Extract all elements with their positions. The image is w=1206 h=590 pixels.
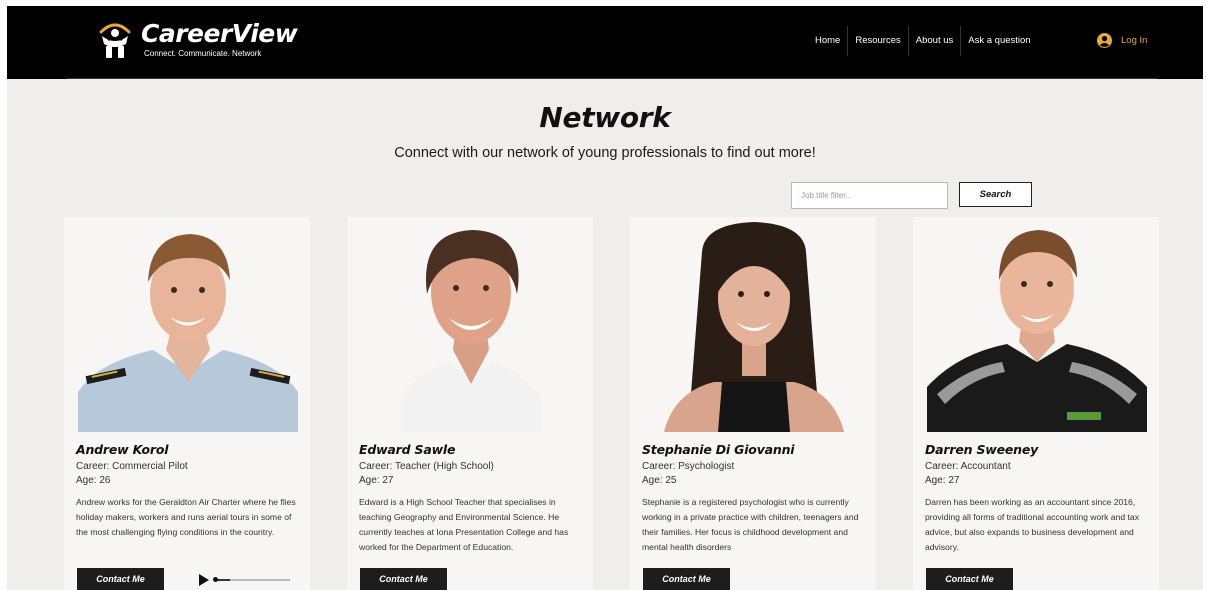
profile-card: Andrew Korol Career: Commercial Pilot Ag… bbox=[64, 217, 310, 590]
play-icon[interactable] bbox=[199, 574, 209, 586]
brand-name: CareerView bbox=[141, 19, 298, 48]
audio-progress-bar[interactable] bbox=[213, 577, 290, 582]
search-button[interactable]: Search bbox=[959, 182, 1032, 207]
page-subtitle: Connect with our network of young profes… bbox=[394, 145, 816, 161]
page-title: Network bbox=[539, 101, 671, 134]
profile-card: Stephanie Di Giovanni Career: Psychologi… bbox=[630, 217, 876, 590]
profile-age: Age: 25 bbox=[642, 475, 677, 486]
profile-career: Career: Accountant bbox=[925, 461, 1011, 472]
logo-icon bbox=[99, 23, 131, 58]
profile-age: Age: 27 bbox=[925, 475, 960, 486]
contact-me-button[interactable]: Contact Me bbox=[643, 568, 730, 590]
audio-progress-handle[interactable] bbox=[213, 577, 218, 582]
nav-resources[interactable]: Resources bbox=[848, 26, 909, 56]
nav-about-us[interactable]: About us bbox=[909, 26, 962, 56]
main-nav: Home Resources About us Ask a question bbox=[808, 26, 1038, 56]
profile-name: Edward Sawle bbox=[359, 442, 456, 457]
profile-name: Andrew Korol bbox=[76, 442, 169, 457]
profile-age: Age: 27 bbox=[359, 475, 394, 486]
profile-name: Darren Sweeney bbox=[925, 442, 1039, 457]
logo[interactable]: CareerView Connect. Communicate. Network bbox=[97, 19, 298, 60]
profile-photo bbox=[644, 222, 864, 432]
profile-name: Stephanie Di Giovanni bbox=[642, 442, 795, 457]
job-title-filter-input[interactable] bbox=[791, 182, 948, 209]
profile-age: Age: 26 bbox=[76, 475, 111, 486]
site-header: CareerView Connect. Communicate. Network… bbox=[7, 6, 1203, 79]
profile-career: Career: Teacher (High School) bbox=[359, 461, 494, 472]
contact-me-button[interactable]: Contact Me bbox=[926, 568, 1013, 590]
nav-home[interactable]: Home bbox=[808, 26, 849, 56]
profile-bio: Edward is a High School Teacher that spe… bbox=[359, 497, 569, 552]
header-divider bbox=[67, 78, 1157, 79]
brand-tagline: Connect. Communicate. Network bbox=[144, 49, 262, 58]
profile-photo bbox=[361, 222, 581, 432]
profile-bio: Andrew works for the Geraldton Air Chart… bbox=[76, 497, 296, 537]
audio-player bbox=[199, 574, 290, 586]
profile-career: Career: Commercial Pilot bbox=[76, 461, 188, 472]
profile-bio: Darren has been working as an accountant… bbox=[925, 497, 1140, 552]
user-avatar-icon bbox=[1097, 33, 1112, 48]
page-frame: CareerView Connect. Communicate. Network… bbox=[7, 6, 1203, 590]
profile-photo bbox=[927, 222, 1147, 432]
contact-me-button[interactable]: Contact Me bbox=[360, 568, 447, 590]
profile-card: Darren Sweeney Career: Accountant Age: 2… bbox=[913, 217, 1159, 590]
profile-bio: Stephanie is a registered psychologist w… bbox=[642, 497, 859, 552]
profile-career: Career: Psychologist bbox=[642, 461, 735, 472]
login-button[interactable]: Log In bbox=[1097, 33, 1147, 48]
profile-card: Edward Sawle Career: Teacher (High Schoo… bbox=[347, 217, 593, 590]
nav-ask-a-question[interactable]: Ask a question bbox=[961, 26, 1037, 56]
login-label: Log In bbox=[1121, 35, 1148, 46]
contact-me-button[interactable]: Contact Me bbox=[77, 568, 164, 590]
profile-photo bbox=[78, 222, 298, 432]
